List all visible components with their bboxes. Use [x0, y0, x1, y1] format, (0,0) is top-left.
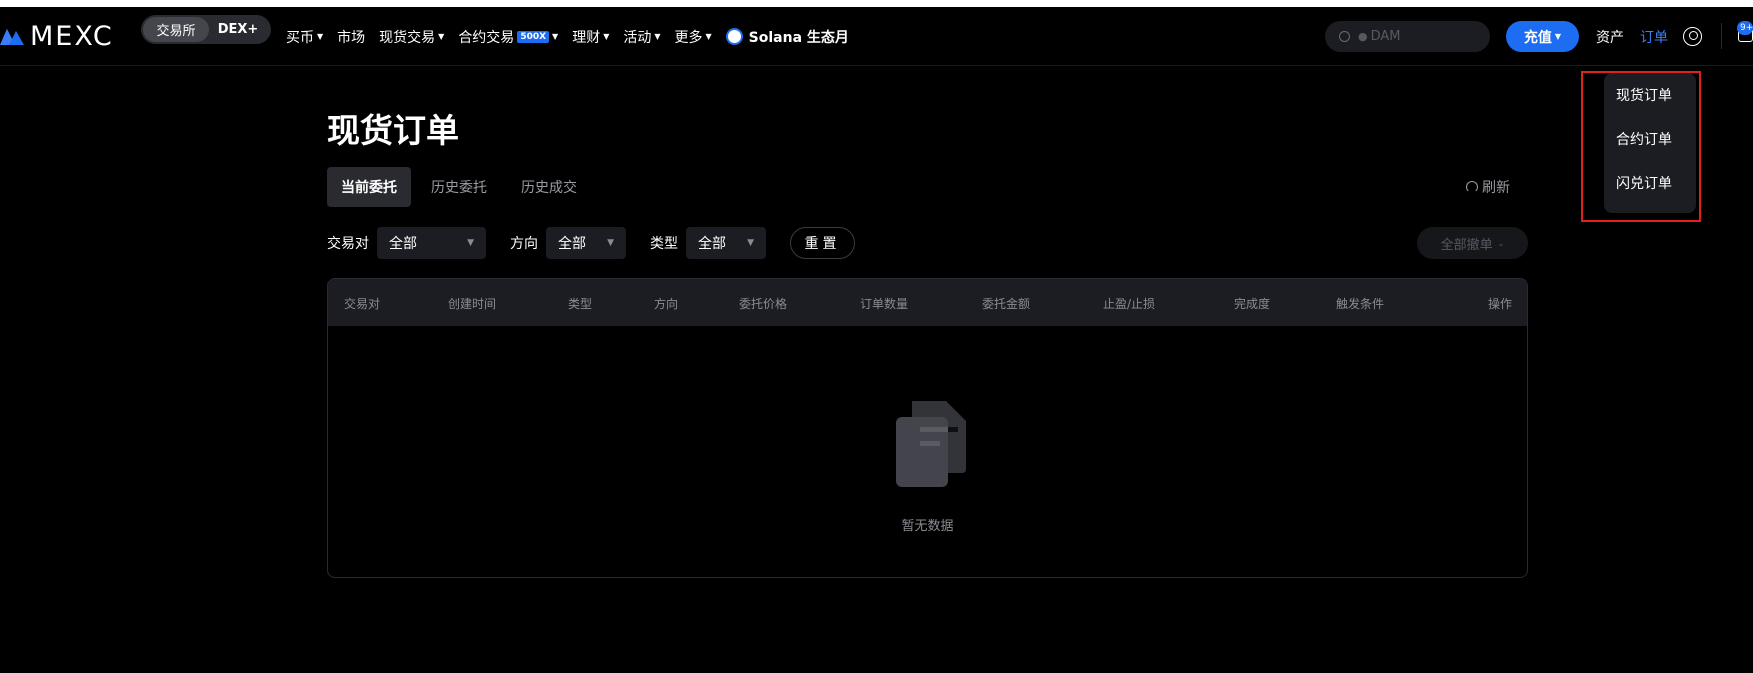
- tab-trade-history[interactable]: 历史成交: [507, 167, 591, 207]
- tab-open-orders[interactable]: 当前委托: [327, 167, 411, 207]
- column-header: 方向: [654, 297, 679, 311]
- orders-table: 交易对 创建时间 类型 方向 委托价格 订单数量 委托金额 止盈/止损 完成度 …: [327, 278, 1528, 578]
- caret-down-icon: ▼: [705, 32, 712, 41]
- search-placeholder: DAM: [1370, 29, 1401, 44]
- nav-more-label: 更多: [674, 29, 703, 46]
- nav-spot-label: 现货交易: [379, 29, 436, 46]
- caret-down-icon: ▼: [654, 32, 661, 41]
- type-filter-select[interactable]: 全部 ▼: [686, 227, 766, 259]
- cancel-all-button[interactable]: 全部撤单 ⌄: [1417, 227, 1528, 259]
- search-icon: [1339, 31, 1350, 42]
- refresh-label: 刷新: [1482, 180, 1510, 196]
- nav-buy-crypto[interactable]: 买币 ▼: [286, 27, 323, 47]
- empty-state-icon: [896, 401, 966, 487]
- type-filter-value: 全部: [698, 236, 726, 252]
- empty-state-text: 暂无数据: [901, 519, 954, 534]
- user-icon[interactable]: [1683, 27, 1702, 46]
- pair-filter-label: 交易对: [327, 236, 369, 252]
- search-input[interactable]: ● DAM: [1325, 21, 1490, 52]
- caret-down-icon: ▼: [317, 32, 324, 41]
- column-header: 委托金额: [982, 297, 1031, 311]
- page-title: 现货订单: [327, 111, 459, 150]
- message-count-badge: 9+: [1737, 21, 1753, 35]
- exchange-dex-toggle[interactable]: 交易所 DEX+: [141, 15, 271, 44]
- fire-icon: ●: [1358, 30, 1368, 43]
- leverage-badge: 500X: [517, 30, 550, 43]
- column-header: 类型: [568, 297, 593, 311]
- chevron-down-icon: ⌄: [1497, 238, 1505, 248]
- column-header: 止盈/止损: [1103, 297, 1156, 311]
- deposit-button[interactable]: 充值 ▼: [1506, 21, 1579, 52]
- mexc-logo-icon: [0, 29, 24, 45]
- column-header: 完成度: [1234, 297, 1271, 311]
- side-filter-label: 方向: [510, 236, 538, 252]
- pair-filter-select[interactable]: 全部 ▼: [377, 227, 486, 259]
- nav-buy-crypto-label: 买币: [286, 29, 314, 46]
- orders-link[interactable]: 订单: [1640, 27, 1668, 47]
- dex-toggle-option[interactable]: DEX+: [209, 17, 267, 42]
- browser-top-strip: [0, 0, 1753, 7]
- filter-bar: 交易对 全部 ▼ 方向 全部 ▼ 类型 全部 ▼ 重置: [327, 227, 855, 259]
- refresh-button[interactable]: 刷新: [1466, 177, 1510, 197]
- pair-filter-value: 全部: [389, 236, 417, 252]
- type-filter-label: 类型: [650, 236, 678, 252]
- cancel-all-label: 全部撤单: [1440, 237, 1493, 253]
- nav-markets[interactable]: 市场: [337, 27, 365, 47]
- nav-solana[interactable]: Solana 生态月: [725, 27, 849, 47]
- nav-futures-label: 合约交易: [458, 29, 515, 46]
- order-tabs: 当前委托 历史委托 历史成交: [327, 167, 597, 207]
- nav-events[interactable]: 活动 ▼: [623, 27, 660, 47]
- column-header: 委托价格: [739, 297, 788, 311]
- nav-events-label: 活动: [623, 29, 652, 46]
- annotation-highlight-box: [1581, 71, 1701, 222]
- nav-futures[interactable]: 合约交易 500X ▼: [458, 27, 558, 47]
- side-filter-select[interactable]: 全部 ▼: [546, 227, 626, 259]
- nav-markets-label: 市场: [337, 29, 366, 46]
- column-header: 交易对: [344, 297, 381, 311]
- column-header: 触发条件: [1336, 297, 1385, 311]
- caret-down-icon: ▼: [552, 32, 559, 41]
- exchange-toggle-option[interactable]: 交易所: [143, 17, 209, 42]
- column-header: 操作: [1488, 297, 1513, 311]
- caret-down-icon: ▼: [607, 238, 614, 248]
- table-header: 交易对 创建时间 类型 方向 委托价格 订单数量 委托金额 止盈/止损 完成度 …: [328, 279, 1527, 326]
- caret-down-icon: ▼: [438, 32, 445, 41]
- refresh-icon: [1466, 181, 1478, 193]
- caret-down-icon: ▼: [603, 32, 610, 41]
- caret-down-icon: ▼: [467, 238, 474, 248]
- nav-solana-label: Solana 生态月: [748, 29, 849, 46]
- header-divider: [1721, 23, 1722, 49]
- logo-text: MEXC: [30, 20, 114, 52]
- column-header: 创建时间: [448, 297, 497, 311]
- main-nav: 买币 ▼ 市场 现货交易 ▼ 合约交易 500X ▼ 理财 ▼ 活动 ▼ 更多 ▼ Solan…: [286, 7, 863, 66]
- side-filter-value: 全部: [558, 236, 586, 252]
- reset-button[interactable]: 重置: [790, 227, 855, 259]
- nav-spot[interactable]: 现货交易 ▼: [379, 27, 444, 47]
- mexc-logo[interactable]: MEXC: [0, 20, 114, 52]
- column-header: 订单数量: [860, 297, 909, 311]
- nav-earn-label: 理财: [572, 29, 601, 46]
- deposit-label: 充值: [1523, 29, 1552, 46]
- nav-earn[interactable]: 理财 ▼: [572, 27, 609, 47]
- solana-icon: [725, 28, 743, 45]
- assets-link[interactable]: 资产: [1596, 27, 1624, 47]
- caret-down-icon: ▼: [747, 238, 754, 248]
- caret-down-icon: ▼: [1554, 32, 1562, 41]
- nav-more[interactable]: 更多 ▼: [675, 27, 712, 47]
- tab-order-history[interactable]: 历史委托: [417, 167, 501, 207]
